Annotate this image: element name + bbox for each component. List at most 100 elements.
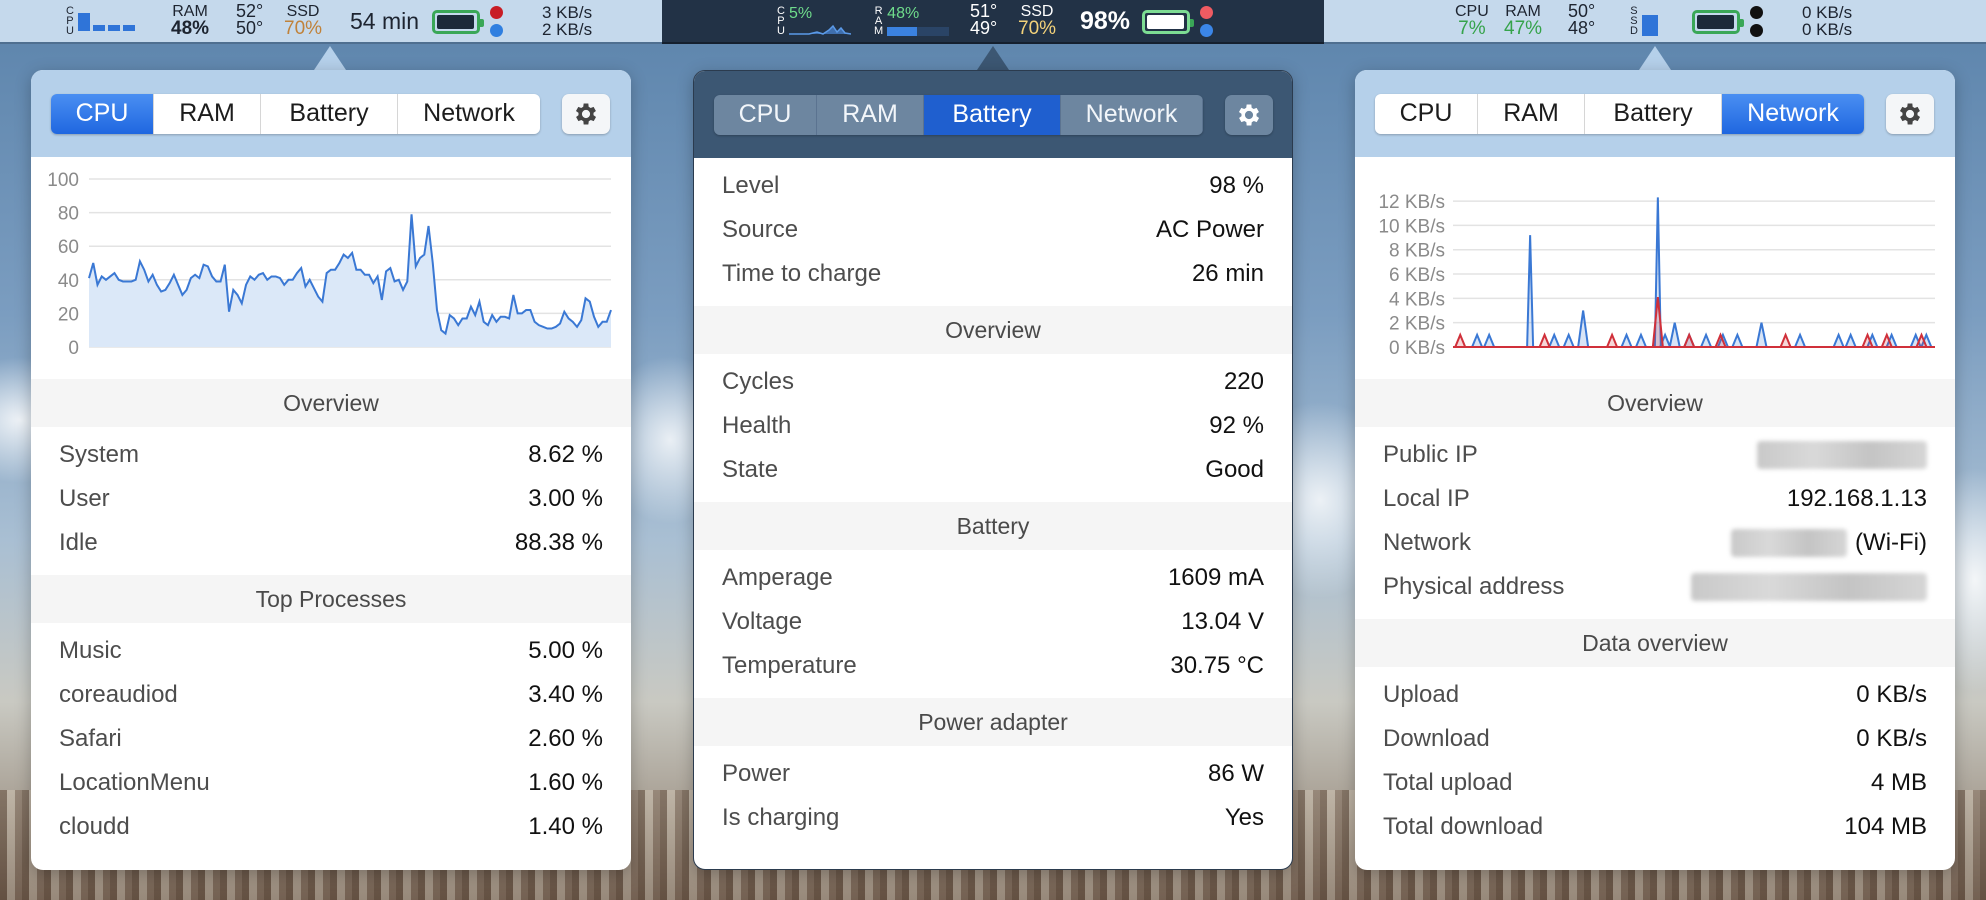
- tab-network[interactable]: Network: [1722, 93, 1864, 134]
- row-label: Health: [722, 412, 792, 439]
- tab-battery[interactable]: Battery: [924, 94, 1061, 135]
- section-top-processes: Top Processes: [31, 575, 631, 623]
- y-tick-label: 6 KB/s: [1389, 265, 1445, 286]
- tab-battery[interactable]: Battery: [1585, 93, 1722, 134]
- network-overview-list: Public IP Local IP 192.168.1.13 Network (Wi-…: [1355, 427, 1955, 619]
- y-tick-label: 80: [58, 204, 79, 225]
- y-tick-label: 8 KB/s: [1389, 241, 1445, 262]
- row-label: coreaudiod: [59, 681, 178, 708]
- row-label: Voltage: [722, 608, 803, 635]
- popover-arrow: [1639, 46, 1671, 70]
- sensors-menubar-widget[interactable]: 52° 50°: [236, 2, 264, 38]
- tab-bar: CPU RAM Battery Network: [51, 93, 540, 134]
- tab-ram[interactable]: RAM: [154, 93, 261, 134]
- cpu-core-bar: [77, 13, 90, 31]
- tab-network[interactable]: Network: [1061, 94, 1203, 135]
- section-power-adapter: Power adapter: [694, 698, 1292, 746]
- cpu-overview-list: System 8.62 % User 3.00 % Idle 88.38 %: [31, 427, 631, 575]
- row-value: [1757, 441, 1927, 470]
- tab-network[interactable]: Network: [398, 93, 540, 134]
- cpu-menubar-widget[interactable]: CPU 7%: [1455, 3, 1489, 39]
- row-label: Download: [1383, 725, 1490, 752]
- row-label: Upload: [1383, 681, 1460, 708]
- row-value: 8.62 %: [528, 441, 603, 468]
- ssd-value: 70%: [284, 18, 323, 39]
- ssd-menubar-widget[interactable]: SSD 70%: [1018, 3, 1056, 38]
- ssd-menubar-widget[interactable]: SSD 70%: [284, 3, 323, 39]
- battery-icon[interactable]: [1142, 10, 1194, 34]
- ssd-bar: [1641, 6, 1658, 36]
- network-chart-svg: 12 KB/s 10 KB/s 8 KB/s 6 KB/s 4 KB/s 2 KB/s 0 …: [1378, 192, 1935, 359]
- tab-cpu[interactable]: CPU: [714, 94, 817, 135]
- menubar-light-1: CPU RAM 48% 52° 50° SSD 70% 54 min 3 KB/…: [0, 0, 662, 44]
- y-tick-label: 10 KB/s: [1378, 216, 1445, 237]
- upload-dot-icon: [1200, 6, 1213, 19]
- settings-button[interactable]: [1225, 94, 1273, 135]
- row-value: 30.75 °C: [1170, 652, 1264, 679]
- cpu-value: 7%: [1458, 18, 1486, 39]
- tab-ram[interactable]: RAM: [817, 94, 924, 135]
- info-row: Source AC Power: [694, 208, 1292, 252]
- network-speed-widget[interactable]: 3 KB/s 2 KB/s: [542, 4, 592, 38]
- cpu-core-bar: [92, 25, 105, 31]
- popover-header: CPU RAM Battery Network: [694, 71, 1292, 158]
- tab-cpu[interactable]: CPU: [51, 93, 154, 134]
- info-row: Safari 2.60 %: [31, 717, 631, 761]
- cpu-core-bar: [122, 25, 135, 31]
- info-row: coreaudiod 3.40 %: [31, 673, 631, 717]
- menubar-light-2: CPU 7% RAM 47% 50° 48° SSD 0 KB/s 0 KB/s: [1324, 0, 1986, 44]
- popover-arrow: [314, 46, 346, 70]
- settings-button[interactable]: [562, 93, 610, 134]
- ram-bar: [887, 27, 950, 36]
- network-status-dots[interactable]: [490, 6, 503, 37]
- cpu-chart-svg: 100 80 60 40 20 0: [47, 170, 612, 359]
- cpu-menubar-widget[interactable]: CPU: [66, 5, 135, 37]
- row-label: cloudd: [59, 813, 130, 840]
- battery-time[interactable]: 54 min: [350, 8, 419, 35]
- info-row: LocationMenu 1.60 %: [31, 761, 631, 805]
- data-overview-list: Upload 0 KB/s Download 0 KB/s Total upload 4 …: [1355, 667, 1955, 859]
- top-processes-list: Music 5.00 % coreaudiod 3.40 % Safari 2.60 % L…: [31, 623, 631, 859]
- cpu-vertical-label: CPU: [66, 5, 74, 37]
- temp-bottom: 49°: [970, 18, 998, 38]
- ram-menubar-widget[interactable]: RAM 47%: [1504, 3, 1542, 38]
- sensors-menubar-widget[interactable]: 50° 48°: [1568, 2, 1595, 37]
- info-row: cloudd 1.40 %: [31, 805, 631, 849]
- ram-value: 48%: [171, 18, 210, 39]
- battery-percent[interactable]: 98%: [1080, 7, 1130, 36]
- cpu-bars-chart: [77, 11, 135, 31]
- network-speed-widget[interactable]: 0 KB/s 0 KB/s: [1802, 4, 1852, 38]
- gear-icon: [1238, 104, 1260, 125]
- download-speed: 2 KB/s: [542, 20, 593, 39]
- ssd-menubar-widget[interactable]: SSD: [1630, 6, 1658, 37]
- y-tick-label: 4 KB/s: [1389, 289, 1445, 310]
- tab-cpu[interactable]: CPU: [1375, 93, 1478, 134]
- info-row: Physical address: [1355, 565, 1955, 609]
- battery-icon[interactable]: [1692, 10, 1744, 34]
- row-value: 0 KB/s: [1856, 725, 1927, 752]
- settings-button[interactable]: [1886, 93, 1934, 134]
- info-row: Network (Wi-Fi): [1355, 521, 1955, 565]
- row-value: 13.04 V: [1181, 608, 1264, 635]
- row-value: 88.38 %: [514, 529, 603, 556]
- sensors-menubar-widget[interactable]: 51° 49°: [970, 2, 998, 38]
- upload-dot-icon: [1750, 6, 1763, 19]
- ram-menubar-widget[interactable]: RAM 48%: [874, 6, 950, 37]
- battery-overview-list: Cycles 220 Health 92 % State Good: [694, 354, 1292, 502]
- info-row: Music 5.00 %: [31, 629, 631, 673]
- y-tick-label: 0: [68, 338, 79, 359]
- y-tick-label: 0 KB/s: [1389, 338, 1445, 359]
- tab-battery[interactable]: Battery: [261, 93, 398, 134]
- temp-bottom: 50°: [236, 18, 264, 38]
- network-status-dots[interactable]: [1750, 6, 1763, 37]
- info-row: Power 86 W: [694, 752, 1292, 796]
- tab-ram[interactable]: RAM: [1478, 93, 1585, 134]
- network-status-dots[interactable]: [1200, 6, 1213, 37]
- battery-icon[interactable]: [432, 10, 484, 34]
- cpu-menubar-widget[interactable]: CPU 5%: [777, 6, 851, 37]
- info-row: Voltage 13.04 V: [694, 600, 1292, 644]
- redacted-value: [1757, 441, 1927, 470]
- ram-menubar-widget[interactable]: RAM 48%: [171, 3, 210, 39]
- row-value: 192.168.1.13: [1786, 485, 1927, 512]
- y-tick-label: 100: [47, 170, 79, 191]
